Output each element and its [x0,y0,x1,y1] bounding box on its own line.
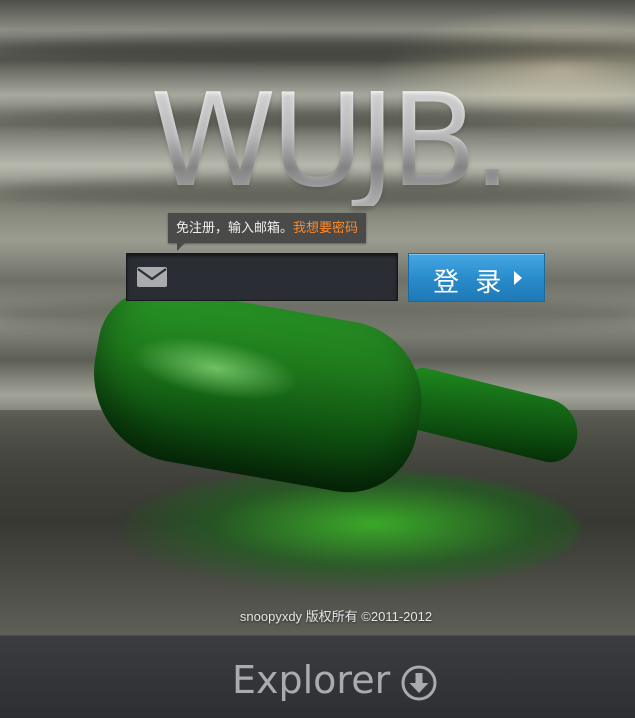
login-button-label: 登 录 [433,268,506,298]
hint-text: 免注册，输入邮箱。 [176,220,294,235]
copyright-text: snoopyxdy 版权所有 ©2011-2012 [239,609,433,624]
caret-right-icon [514,271,522,285]
explorer-bar[interactable]: Explorer [0,635,635,718]
site-logo: WUJB. [150,78,550,206]
mail-envelope-icon [137,267,167,287]
explorer-label: Explorer [232,658,391,702]
email-field-container [126,253,398,302]
circle-arrow-down-icon[interactable] [400,664,438,702]
email-hint-tooltip: 免注册，输入邮箱。我想要密码 [168,213,367,251]
email-input[interactable] [177,254,396,302]
request-password-link[interactable]: 我想要密码 [293,220,358,235]
login-button[interactable]: 登 录 [408,253,545,302]
water-wave [0,38,635,60]
